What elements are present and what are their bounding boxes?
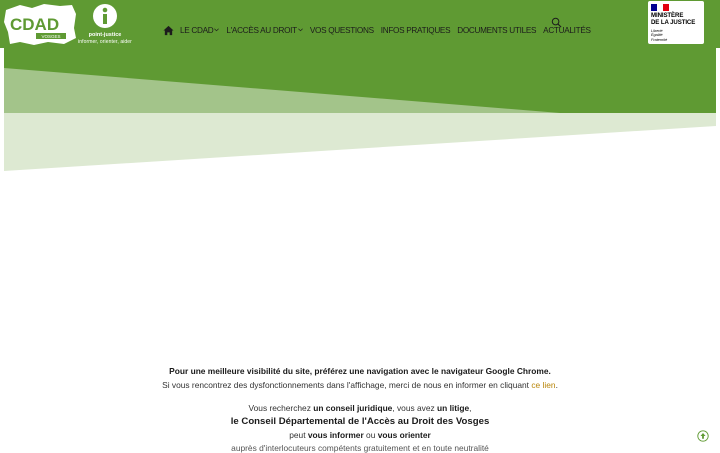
nav-item-label: INFOS PRATIQUES: [380, 25, 451, 35]
cdad-logo[interactable]: CDAD VOSGES: [2, 2, 78, 46]
intro-end: ,: [469, 403, 472, 413]
orient-strong: vous orienter: [377, 430, 431, 440]
issues-text: Si vous rencontrez des dysfonctionnement…: [162, 380, 532, 390]
motto-fraternite: Fraternité: [651, 37, 668, 42]
search-icon[interactable]: [551, 17, 562, 28]
nav-item-infos-pratiques[interactable]: INFOS PRATIQUES: [381, 26, 451, 35]
point-justice-name: point-justice: [88, 32, 122, 38]
chevron-down-icon: [298, 28, 303, 32]
intro-legal-advice: un conseil juridique: [313, 403, 393, 413]
nav-item-le-cdad[interactable]: LE CDAD: [180, 25, 220, 35]
ministere-justice-logo[interactable]: MINISTÈRE DE LA JUSTICE Liberté Égalité …: [648, 1, 704, 44]
inform-strong: vous informer: [307, 430, 364, 440]
nav-item-label: LE CDAD: [180, 25, 214, 35]
nav-item-label: DOCUMENTS UTILES: [457, 25, 537, 35]
intro-dispute: un litige: [437, 403, 470, 413]
point-justice-logo[interactable]: point-justice informer, orienter, aider: [74, 2, 136, 46]
french-flag-icon: [651, 4, 669, 11]
inform-mid: ou: [363, 430, 378, 440]
hero-banner: [0, 48, 720, 178]
point-justice-tagline: informer, orienter, aider: [78, 39, 132, 45]
chrome-notice: Pour une meilleure visibilité du site, p…: [169, 366, 551, 376]
main-navigation: LE CDAD L'ACCÈS AU DROIT VOS QUESTIONS I…: [163, 22, 598, 38]
intro-pre: Vous recherchez: [248, 403, 314, 413]
organisation-name: le Conseil Départemental de l'Accès au D…: [230, 416, 490, 427]
welcome-content: Pour une meilleure visibilité du site, p…: [0, 366, 720, 453]
display-issues-notice: Si vous rencontrez des dysfonctionnement…: [0, 380, 720, 390]
cdad-logo-subtext: VOSGES: [41, 34, 60, 39]
issues-text-end: .: [555, 380, 558, 390]
inform-pre: peut: [289, 430, 308, 440]
inform-text: peut vous informer ou vous orienter: [0, 430, 720, 440]
ministere-line2: DE LA JUSTICE: [651, 19, 696, 26]
nav-item-label: L'ACCÈS AU DROIT: [226, 25, 297, 35]
intro-text: Vous recherchez un conseil juridique, vo…: [0, 403, 720, 413]
nav-item-acces-au-droit[interactable]: L'ACCÈS AU DROIT: [226, 25, 303, 35]
point-justice-icon: [93, 4, 117, 28]
intro-mid: , vous avez: [392, 403, 438, 413]
report-issue-link[interactable]: ce lien: [531, 380, 555, 390]
nav-item-label: VOS QUESTIONS: [309, 25, 374, 35]
nav-item-documents-utiles[interactable]: DOCUMENTS UTILES: [457, 26, 536, 35]
nav-item-vos-questions[interactable]: VOS QUESTIONS: [310, 26, 374, 35]
cdad-logo-text: CDAD: [10, 15, 59, 34]
cut-off-text: auprès d'interlocuteurs compétents gratu…: [231, 443, 489, 453]
cdad-map-icon: CDAD VOSGES: [4, 4, 76, 45]
republic-motto: Liberté Égalité Fraternité: [651, 29, 667, 42]
home-icon[interactable]: [163, 25, 174, 36]
chevron-down-icon: [214, 28, 220, 32]
back-to-top-icon[interactable]: [697, 430, 709, 442]
